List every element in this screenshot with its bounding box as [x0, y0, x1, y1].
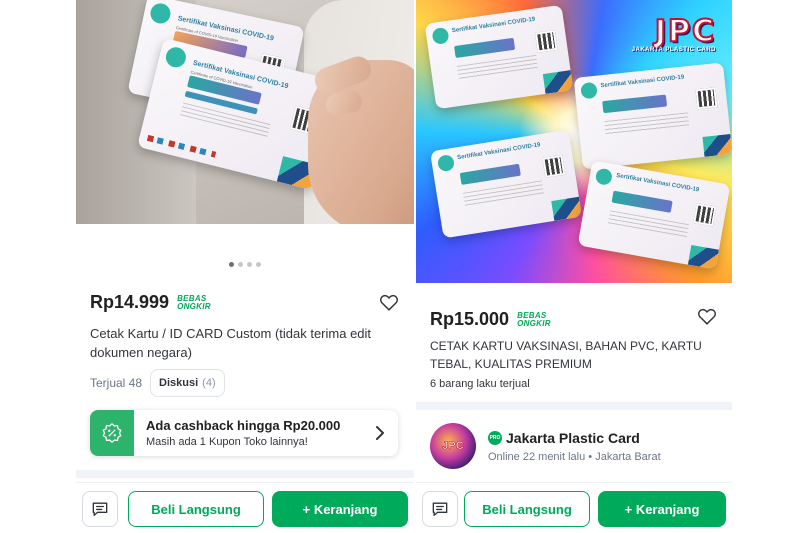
chat-button[interactable] [82, 491, 118, 527]
discussion-label: Diskusi [159, 377, 199, 389]
jpc-logo: JPC JAKARTA PLASTIC CARD [631, 13, 716, 53]
carousel-dot[interactable] [247, 262, 252, 267]
buy-now-button[interactable]: Beli Langsung [464, 491, 590, 527]
cashback-title: Ada cashback hingga Rp20.000 [146, 418, 341, 433]
product-price: Rp14.999 [90, 292, 170, 312]
coupon-icon [90, 410, 140, 456]
pro-badge-icon: PRO [488, 430, 502, 445]
chat-icon [432, 502, 448, 516]
section-divider [416, 402, 732, 410]
carousel-indicator [76, 262, 414, 267]
shop-avatar[interactable]: JPC [430, 423, 476, 469]
add-to-cart-button[interactable]: + Keranjang [598, 491, 726, 527]
sold-count: 6 barang laku terjual [430, 378, 530, 390]
vaccine-card-3: Sertifikat Vaksinasi COVID-19 [429, 129, 583, 239]
cashback-banner[interactable]: Ada cashback hingga Rp20.000 Masih ada 1… [90, 410, 398, 456]
product-title: Cetak Kartu / ID CARD Custom (tidak teri… [90, 326, 372, 360]
product-stats: 6 barang laku terjual [430, 378, 530, 390]
bottom-action-bar: Beli Langsung + Keranjang [416, 482, 732, 533]
product-image-carousel[interactable]: Sertifikat Vaksinasi COVID-19 Certificat… [76, 0, 414, 224]
carousel-dot[interactable] [238, 262, 243, 267]
heart-icon[interactable] [378, 291, 400, 313]
vaccine-card-2: Sertifikat Vaksinasi COVID-19 [573, 62, 732, 170]
product-stats: Terjual 48 Diskusi (4) [90, 369, 225, 397]
product-image[interactable]: JPC JAKARTA PLASTIC CARD Sertifikat Vaks… [416, 0, 732, 283]
buy-now-button[interactable]: Beli Langsung [128, 491, 264, 527]
free-shipping-badge: BEBAS ONGKIR [517, 310, 551, 328]
vaccine-card-4: Sertifikat Vaksinasi COVID-19 [577, 160, 731, 270]
heart-icon[interactable] [696, 305, 718, 327]
discussion-count: (4) [202, 377, 216, 389]
chat-button[interactable] [422, 491, 458, 527]
carousel-dot[interactable] [256, 262, 261, 267]
shop-info-row[interactable]: JPC PRO Jakarta Plastic Card Online 22 m… [416, 410, 732, 482]
carousel-dot[interactable] [229, 262, 234, 267]
discussion-button[interactable]: Diskusi (4) [150, 369, 225, 397]
price-row: Rp14.999 BEBAS ONGKIR [90, 292, 211, 313]
sold-count: Terjual 48 [90, 376, 143, 390]
free-shipping-badge: BEBAS ONGKIR [177, 293, 211, 311]
shop-status: Online 22 menit lalu • Jakarta Barat [488, 450, 661, 463]
price-row: Rp15.000 BEBAS ONGKIR [430, 309, 551, 330]
add-to-cart-button[interactable]: + Keranjang [272, 491, 408, 527]
product-price: Rp15.000 [430, 309, 510, 329]
section-divider [76, 470, 414, 478]
vaccine-card-1: Sertifikat Vaksinasi COVID-19 [424, 4, 574, 110]
bottom-action-bar: Beli Langsung + Keranjang [76, 482, 414, 533]
cashback-subtitle: Masih ada 1 Kupon Toko lainnya! [146, 436, 308, 448]
right-product-panel: JPC JAKARTA PLASTIC CARD Sertifikat Vaks… [416, 0, 732, 533]
chat-icon [92, 502, 108, 516]
shop-name[interactable]: Jakarta Plastic Card [506, 430, 640, 446]
chevron-right-icon [376, 426, 384, 440]
left-product-panel: Sertifikat Vaksinasi COVID-19 Certificat… [76, 0, 414, 533]
product-title: CETAK KARTU VAKSINASI, BAHAN PVC, KARTU … [430, 339, 702, 371]
